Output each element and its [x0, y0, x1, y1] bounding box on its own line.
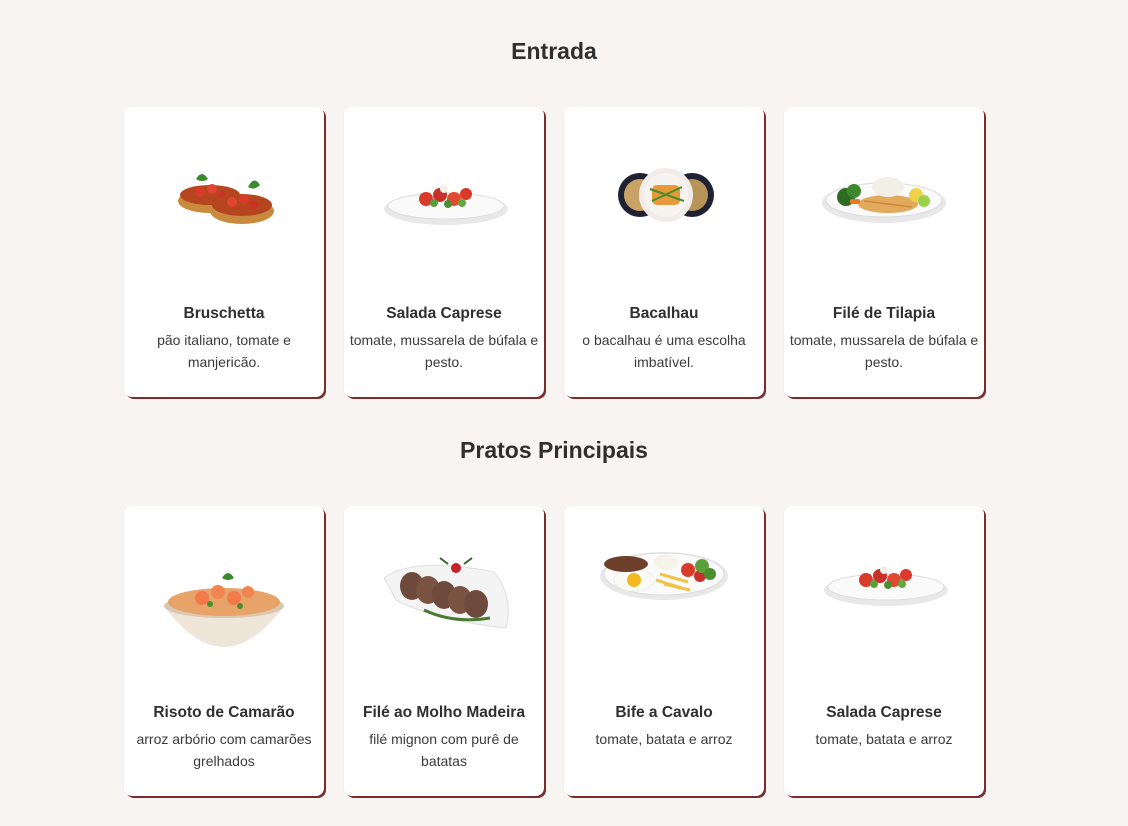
menu-card[interactable]: Salada Caprese tomate, mussarela de búfa… [344, 107, 544, 397]
menu-grid-entrada: Bruschetta pão italiano, tomate e manjer… [124, 107, 984, 397]
menu-grid-pratos-principais: Risoto de Camarão arroz arbório com cama… [124, 506, 984, 796]
menu-card[interactable]: Bruschetta pão italiano, tomate e manjer… [124, 107, 324, 397]
dish-description: o bacalhau é uma escolha imbatível. [582, 332, 746, 370]
menu-card[interactable]: Risoto de Camarão arroz arbório com cama… [124, 506, 324, 796]
dish-name: Filé de Tilapia [832, 305, 936, 322]
salad-plate-image [344, 129, 544, 239]
section-title-pratos-principais: Pratos Principais [460, 437, 648, 463]
dish-name: Salada Caprese [386, 305, 502, 322]
menu-card[interactable]: Filé ao Molho Madeira filé mignon com pu… [344, 506, 544, 796]
tilapia-plate-image [784, 129, 984, 239]
section-title-entrada: Entrada [511, 38, 597, 64]
steak-egg-plate-image [564, 528, 764, 638]
menu-card[interactable]: Bacalhau o bacalhau é uma escolha imbatí… [564, 107, 764, 397]
salad-plate-image [784, 528, 984, 638]
dish-description: tomate, mussarela de búfala e pesto. [349, 332, 539, 370]
dish-description: filé mignon com purê de batatas [369, 731, 519, 769]
dish-description: pão italiano, tomate e manjericão. [157, 332, 291, 370]
codfish-bowls-image [564, 129, 764, 239]
menu-card[interactable]: Filé de Tilapia tomate, mussarela de búf… [784, 107, 984, 397]
steak-slices-image [344, 528, 544, 638]
dish-description: arroz arbório com camarões grelhados [136, 731, 312, 769]
dish-description: tomate, mussarela de búfala e pesto. [789, 332, 979, 370]
dish-name: Bife a Cavalo [615, 704, 713, 721]
dish-name: Filé ao Molho Madeira [363, 704, 525, 721]
bruschetta-image [124, 129, 324, 239]
dish-description: tomate, batata e arroz [815, 731, 953, 747]
dish-description: tomate, batata e arroz [595, 731, 733, 747]
dish-name: Bruschetta [183, 305, 265, 322]
dish-name: Risoto de Camarão [153, 704, 295, 721]
menu-card[interactable]: Bife a Cavalo tomate, batata e arroz [564, 506, 764, 796]
menu-card[interactable]: Salada Caprese tomate, batata e arroz [784, 506, 984, 796]
dish-name: Bacalhau [629, 305, 699, 322]
shrimp-risotto-image [124, 528, 324, 647]
dish-name: Salada Caprese [826, 704, 942, 721]
